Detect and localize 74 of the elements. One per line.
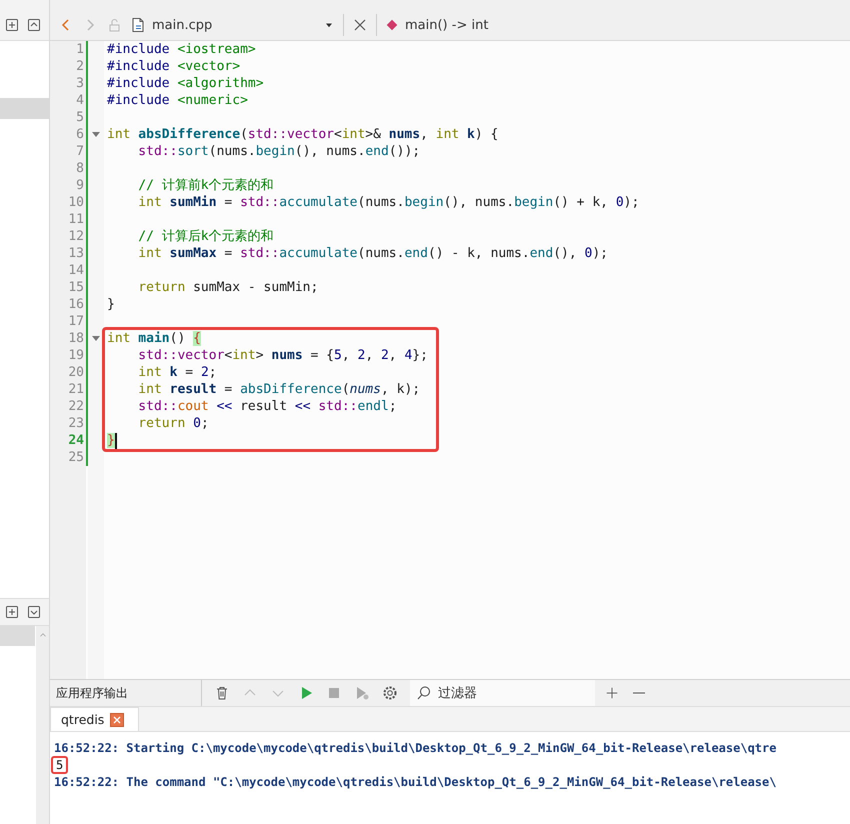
output-line: 16:52:22: Starting C:\mycode\mycode\qtredis\build\Desktop_Qt_6_9_2_MinGW_64_bit-Release\release\qtre xyxy=(54,741,776,755)
clear-button[interactable] xyxy=(214,685,230,701)
code-line: #include <numeric> xyxy=(107,92,248,109)
line-number: 9 xyxy=(75,177,85,194)
line-number: 5 xyxy=(75,109,85,126)
add-split-icon[interactable] xyxy=(4,17,20,33)
code-line: int result = absDifference(nums, k); xyxy=(137,381,420,398)
line-number: 4 xyxy=(75,92,85,109)
code-line: int sumMin = std::accumulate(nums.begin(), nums.begin() + k, 0); xyxy=(137,194,640,211)
line-number: 22 xyxy=(67,398,85,415)
output-line: 16:52:22: The command "C:\mycode\mycode\qtredis\build\Desktop_Qt_6_9_2_MinGW_64_bit-Release\release\ xyxy=(54,775,776,789)
line-number: 18 xyxy=(67,330,85,347)
line-number: 21 xyxy=(67,381,85,398)
line-number: 3 xyxy=(75,75,85,92)
panel-title: 应用程序输出 xyxy=(50,680,202,706)
fold-arrow-icon[interactable] xyxy=(92,336,100,342)
code-line: int main() { xyxy=(107,330,201,347)
line-number: 24 xyxy=(67,432,85,449)
line-number: 1 xyxy=(75,41,85,58)
output-tab[interactable]: qtredis xyxy=(50,707,140,731)
line-number: 12 xyxy=(67,228,85,245)
code-line: return 0; xyxy=(137,415,209,432)
filter-input[interactable]: 过滤器 xyxy=(436,684,580,702)
text-cursor xyxy=(114,432,117,448)
trash-icon xyxy=(214,685,230,701)
code-line: #include <vector> xyxy=(107,58,240,75)
symbol-selector[interactable]: main() -> int xyxy=(385,18,488,32)
code-line: // 计算前k个元素的和 xyxy=(137,177,274,194)
settings-button[interactable] xyxy=(382,685,398,701)
line-number: 17 xyxy=(67,313,85,330)
search-icon xyxy=(416,685,432,701)
code-line: std::sort(nums.begin(), nums.end()); xyxy=(137,143,420,160)
line-number: 19 xyxy=(67,347,85,364)
line-number: 14 xyxy=(67,262,85,279)
plus-icon xyxy=(605,686,619,700)
line-number: 25 xyxy=(67,449,85,466)
diamond-icon xyxy=(385,18,399,32)
fold-arrow-icon[interactable] xyxy=(92,132,100,138)
line-number: 10 xyxy=(67,194,85,211)
filter-field[interactable]: 过滤器 xyxy=(410,680,595,706)
line-number: 11 xyxy=(67,211,85,228)
stop-icon xyxy=(326,685,342,701)
expand-icon[interactable] xyxy=(26,604,42,620)
code-line: } xyxy=(107,296,115,313)
collapse-icon[interactable] xyxy=(26,17,42,33)
line-number: 15 xyxy=(67,279,85,296)
close-icon xyxy=(352,17,368,33)
line-number: 23 xyxy=(67,415,85,432)
line-number: 16 xyxy=(67,296,85,313)
code-line: #include <algorithm> xyxy=(107,75,264,92)
play-bug-icon xyxy=(354,685,370,701)
code-line: int absDifference(std::vector<int>& nums, int k) { xyxy=(107,126,498,143)
line-number: 8 xyxy=(75,160,85,177)
code-line: std::vector<int> nums = {5, 2, 2, 4}; xyxy=(137,347,428,364)
code-line: int sumMax = std::accumulate(nums.end() - k, nums.end(), 0); xyxy=(137,245,608,262)
line-number: 2 xyxy=(75,58,85,75)
settings-icon xyxy=(382,685,398,701)
code-line: std::cout << result << std::endl; xyxy=(137,398,397,415)
close-icon[interactable] xyxy=(110,712,124,726)
scrollbar[interactable] xyxy=(36,626,49,824)
file-icon xyxy=(130,17,146,33)
code-line: #include <iostream> xyxy=(107,41,256,58)
add-split-icon[interactable] xyxy=(4,604,20,620)
line-number: 13 xyxy=(67,245,85,262)
code-line: int k = 2; xyxy=(137,364,217,381)
code-line: // 计算后k个元素的和 xyxy=(137,228,274,245)
line-number: 6 xyxy=(75,126,85,143)
file-selector[interactable]: main.cpp xyxy=(130,17,335,33)
add-button[interactable] xyxy=(605,686,619,700)
line-number: 20 xyxy=(67,364,85,381)
minus-icon xyxy=(633,692,645,694)
close-button[interactable] xyxy=(352,17,368,33)
code-line: return sumMax - sumMin; xyxy=(137,279,318,296)
line-number: 7 xyxy=(75,143,85,160)
